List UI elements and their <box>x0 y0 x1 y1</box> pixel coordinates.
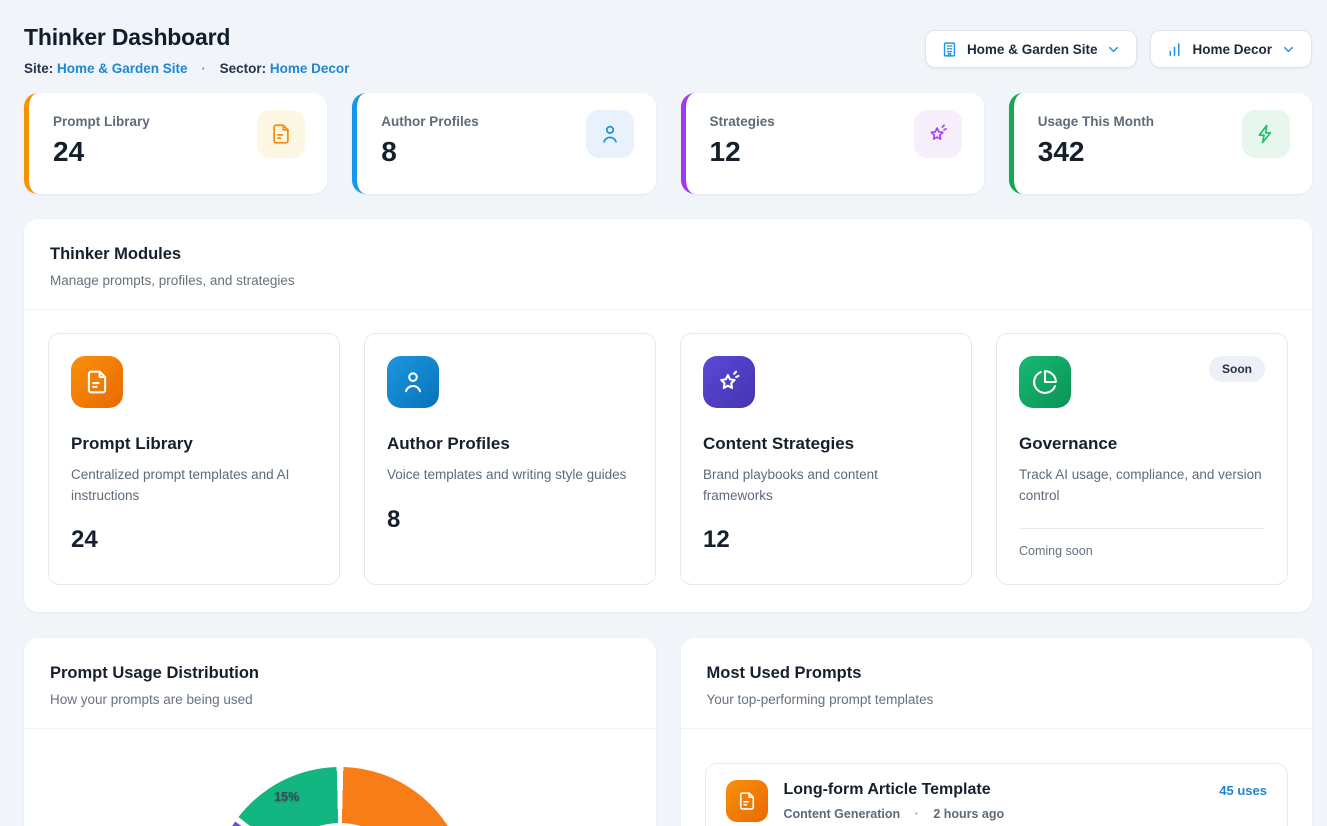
prompt-item-uses-badge: 45 uses <box>1219 783 1267 798</box>
user-icon <box>586 110 634 158</box>
modules-title: Thinker Modules <box>50 245 1286 264</box>
module-count: 24 <box>71 526 317 554</box>
module-title: Author Profiles <box>387 434 633 454</box>
chevron-down-icon <box>1281 42 1296 57</box>
dashboard-page: Thinker Dashboard Site: Home & Garden Si… <box>0 0 1327 826</box>
site-label: Site: <box>24 61 53 76</box>
bar-chart-icon <box>1166 41 1183 58</box>
modules-grid: Prompt Library Centralized prompt templa… <box>24 310 1312 612</box>
module-description: Track AI usage, compliance, and version … <box>1019 465 1265 506</box>
prompt-item-meta: Content Generation · 2 hours ago <box>784 807 1005 821</box>
most-used-prompts-card: Most Used Prompts Your top-performing pr… <box>681 638 1313 826</box>
module-description: Centralized prompt templates and AI inst… <box>71 465 317 506</box>
module-card-governance[interactable]: Soon Governance Track AI usage, complian… <box>996 333 1288 585</box>
sector-label: Sector: <box>220 61 267 76</box>
file-text-icon <box>71 356 123 408</box>
pie-chart-icon <box>1019 356 1071 408</box>
zap-icon <box>1242 110 1290 158</box>
module-description: Brand playbooks and content frameworks <box>703 465 949 506</box>
donut-chart: 15% <box>212 767 468 826</box>
usage-distribution-header: Prompt Usage Distribution How your promp… <box>24 638 656 729</box>
prompt-list: Long-form Article Template Content Gener… <box>681 729 1313 826</box>
modules-header: Thinker Modules Manage prompts, profiles… <box>24 219 1312 310</box>
separator-dot: · <box>915 807 919 821</box>
sparkle-star-icon <box>914 110 962 158</box>
usage-distribution-title: Prompt Usage Distribution <box>50 664 630 683</box>
prompt-item-title: Long-form Article Template <box>784 781 1005 799</box>
prompt-item-time: 2 hours ago <box>933 807 1004 821</box>
most-used-prompts-title: Most Used Prompts <box>707 664 1287 683</box>
site-selector-button[interactable]: Home & Garden Site <box>925 30 1138 68</box>
page-header: Thinker Dashboard Site: Home & Garden Si… <box>24 24 1312 76</box>
module-card-content-strategies[interactable]: Content Strategies Brand playbooks and c… <box>680 333 972 585</box>
module-card-prompt-library[interactable]: Prompt Library Centralized prompt templa… <box>48 333 340 585</box>
stat-card-author-profiles: Author Profiles 8 <box>352 93 655 194</box>
module-title: Prompt Library <box>71 434 317 454</box>
file-text-icon <box>257 110 305 158</box>
most-used-prompts-header: Most Used Prompts Your top-performing pr… <box>681 638 1313 729</box>
header-controls: Home & Garden Site Home Decor <box>925 30 1312 68</box>
page-title: Thinker Dashboard <box>24 24 349 51</box>
module-count: 12 <box>703 526 949 554</box>
prompt-item-text: Long-form Article Template Content Gener… <box>784 781 1005 821</box>
sector-link[interactable]: Home Decor <box>270 61 350 76</box>
site-selector-label: Home & Garden Site <box>967 42 1098 57</box>
user-icon <box>387 356 439 408</box>
stat-card-prompt-library: Prompt Library 24 <box>24 93 327 194</box>
chevron-down-icon <box>1106 42 1121 57</box>
prompt-item-category: Content Generation <box>784 807 901 821</box>
sector-selector-button[interactable]: Home Decor <box>1150 30 1312 68</box>
module-card-author-profiles[interactable]: Author Profiles Voice templates and writ… <box>364 333 656 585</box>
stat-card-usage: Usage This Month 342 <box>1009 93 1312 194</box>
module-divider <box>1019 528 1265 529</box>
usage-distribution-card: Prompt Usage Distribution How your promp… <box>24 638 656 826</box>
bottom-row: Prompt Usage Distribution How your promp… <box>24 638 1312 826</box>
module-count: 8 <box>387 506 633 534</box>
list-item-long-form-article[interactable]: Long-form Article Template Content Gener… <box>705 763 1289 826</box>
breadcrumb: Site: Home & Garden Site · Sector: Home … <box>24 61 349 76</box>
building-icon <box>941 41 958 58</box>
separator-dot: · <box>201 61 206 76</box>
sparkle-star-icon <box>703 356 755 408</box>
site-link[interactable]: Home & Garden Site <box>57 61 188 76</box>
soon-badge: Soon <box>1209 356 1265 382</box>
usage-distribution-subtitle: How your prompts are being used <box>50 692 630 707</box>
modules-subtitle: Manage prompts, profiles, and strategies <box>50 273 1286 288</box>
donut-chart-area: 15% <box>24 767 656 826</box>
sector-selector-label: Home Decor <box>1192 42 1272 57</box>
header-left: Thinker Dashboard Site: Home & Garden Si… <box>24 24 349 76</box>
most-used-prompts-subtitle: Your top-performing prompt templates <box>707 692 1287 707</box>
module-description: Voice templates and writing style guides <box>387 465 633 486</box>
thinker-modules-panel: Thinker Modules Manage prompts, profiles… <box>24 219 1312 612</box>
coming-soon-text: Coming soon <box>1019 544 1265 558</box>
slice-label-green: 15% <box>274 790 299 804</box>
stat-card-strategies: Strategies 12 <box>681 93 984 194</box>
module-title: Governance <box>1019 434 1265 454</box>
file-text-icon <box>726 780 768 822</box>
stats-row: Prompt Library 24 Author Profiles 8 Stra… <box>24 93 1312 194</box>
module-title: Content Strategies <box>703 434 949 454</box>
